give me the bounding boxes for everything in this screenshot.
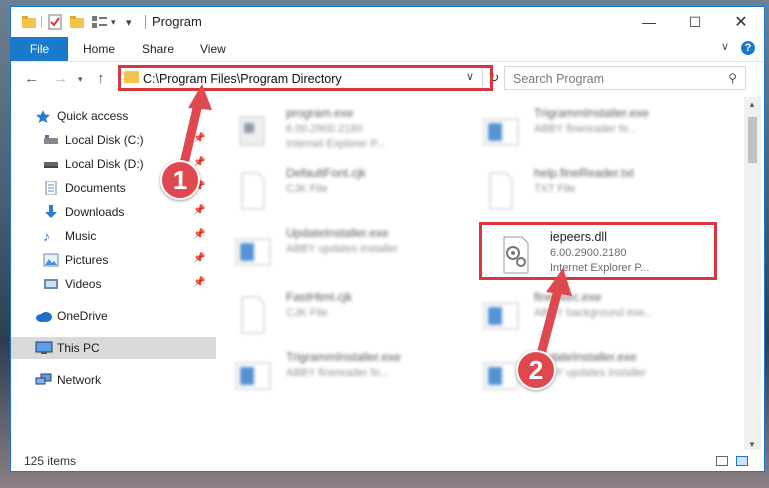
step-marker-2: 2: [516, 350, 556, 390]
arrow-1: [178, 84, 212, 173]
step-marker-1: 1: [160, 160, 200, 200]
annotation-overlay: [178, 84, 572, 363]
arrow-2: [535, 268, 572, 363]
